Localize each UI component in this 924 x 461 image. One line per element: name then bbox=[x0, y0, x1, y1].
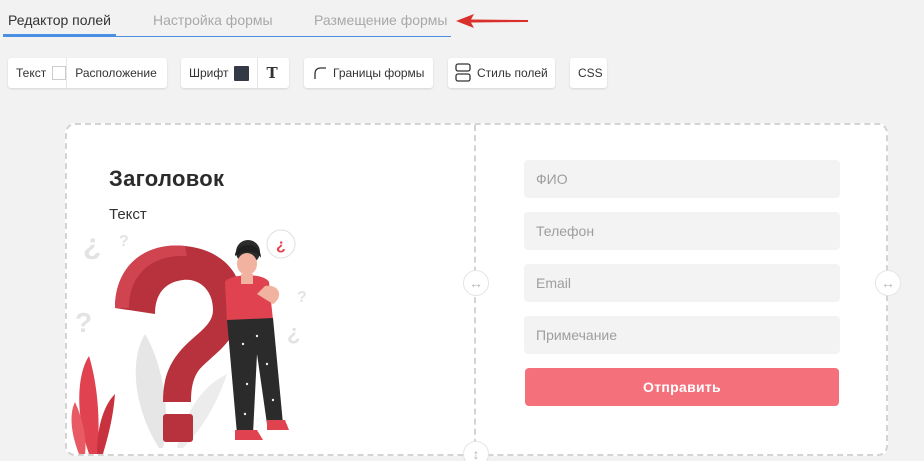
svg-text:?: ? bbox=[75, 307, 92, 338]
resize-horizontal-icon[interactable]: ↔ bbox=[463, 270, 489, 296]
css-button[interactable]: CSS bbox=[570, 58, 607, 88]
position-label: Расположение bbox=[75, 66, 157, 80]
annotation-arrow-icon bbox=[456, 14, 528, 28]
borders-label: Границы формы bbox=[333, 66, 425, 80]
text-label: Текст bbox=[16, 66, 47, 80]
form-heading[interactable]: Заголовок bbox=[109, 166, 224, 192]
field-style-icon bbox=[455, 63, 471, 82]
border-radius-icon bbox=[314, 67, 326, 79]
font-color-swatch bbox=[234, 65, 250, 81]
resize-vertical-icon[interactable]: ↕ bbox=[463, 441, 489, 461]
resize-right-icon[interactable]: ↔ bbox=[875, 270, 901, 296]
form-borders-button[interactable]: Границы формы bbox=[304, 58, 433, 88]
tab-form-placement[interactable]: Размещение формы bbox=[314, 12, 448, 28]
tab-form-settings[interactable]: Настройка формы bbox=[153, 12, 273, 28]
text-position-group: Текст Расположение bbox=[8, 58, 167, 88]
text-color-button[interactable]: Текст bbox=[8, 58, 67, 88]
font-color-button[interactable]: Шрифт bbox=[181, 58, 257, 88]
position-button[interactable]: Расположение bbox=[67, 58, 165, 88]
svg-text:¿: ¿ bbox=[287, 320, 300, 345]
field-style-button[interactable]: Стиль полей bbox=[448, 58, 555, 88]
text-color-swatch bbox=[52, 66, 67, 80]
tab-active-indicator bbox=[3, 34, 116, 37]
question-illustration: ¿ ? ? ? ¿ ¿ bbox=[71, 228, 307, 454]
phone-field[interactable] bbox=[524, 212, 840, 250]
svg-text:?: ? bbox=[297, 289, 307, 306]
font-label: Шрифт bbox=[189, 66, 229, 80]
svg-text:?: ? bbox=[119, 233, 129, 250]
field-style-label: Стиль полей bbox=[477, 66, 548, 80]
form-text[interactable]: Текст bbox=[109, 206, 147, 223]
submit-button[interactable]: Отправить bbox=[525, 368, 839, 406]
tab-field-editor[interactable]: Редактор полей bbox=[8, 12, 111, 28]
note-field[interactable] bbox=[524, 316, 840, 354]
font-group: Шрифт T bbox=[181, 58, 289, 88]
font-type-icon: T bbox=[266, 64, 278, 82]
email-field[interactable] bbox=[524, 264, 840, 302]
css-label: CSS bbox=[578, 66, 603, 80]
fio-field[interactable] bbox=[524, 160, 840, 198]
font-family-button[interactable]: T bbox=[258, 58, 285, 88]
svg-text:¿: ¿ bbox=[276, 237, 286, 254]
tab-bar: Редактор полей Настройка формы Размещени… bbox=[0, 0, 452, 38]
svg-text:¿: ¿ bbox=[83, 228, 101, 261]
